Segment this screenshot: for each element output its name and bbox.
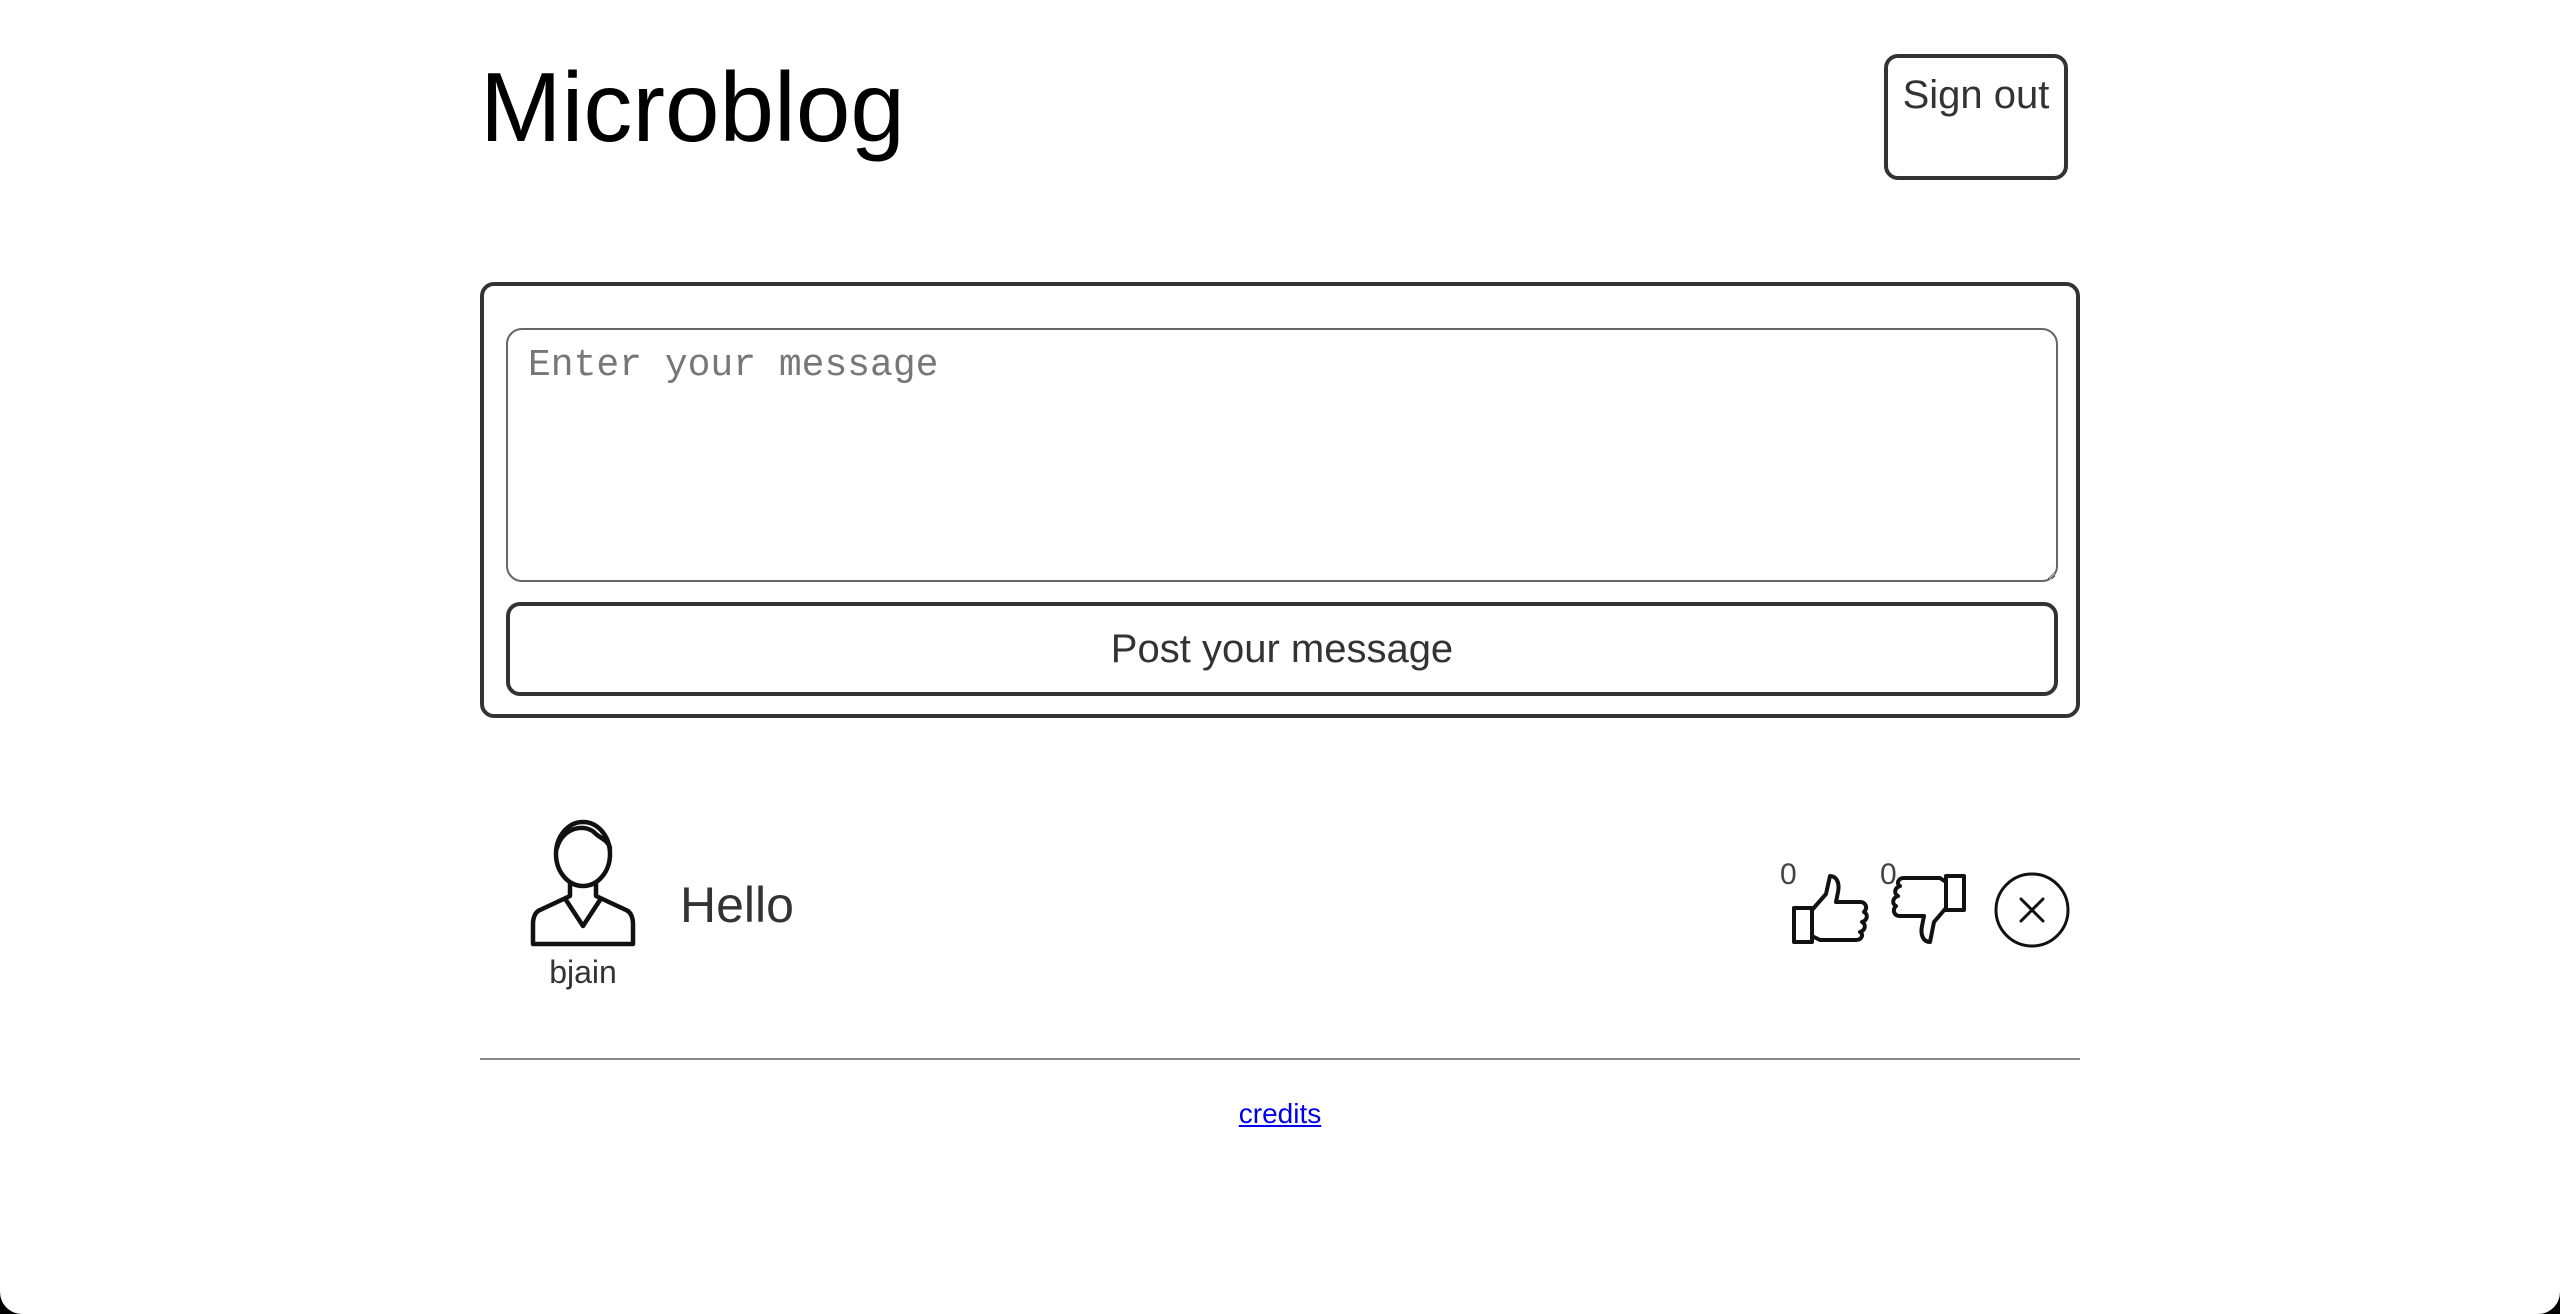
page: Microblog Sign out Post your message bja… xyxy=(0,0,2560,1314)
thumbs-up-icon[interactable] xyxy=(1790,870,1870,950)
page-title: Microblog xyxy=(480,52,905,162)
user-avatar-icon xyxy=(530,819,636,947)
post-username: bjain xyxy=(549,954,617,990)
post-message-button[interactable]: Post your message xyxy=(506,602,2058,696)
message-input[interactable] xyxy=(506,328,2058,582)
footer: credits xyxy=(480,1098,2080,1130)
post-item: bjain Hello 0 0 xyxy=(480,814,2080,994)
post-text: Hello xyxy=(680,877,794,933)
footer-divider xyxy=(480,1058,2080,1060)
thumbs-down-icon[interactable] xyxy=(1890,870,1970,950)
sign-out-button[interactable]: Sign out xyxy=(1884,54,2068,180)
message-composer: Post your message xyxy=(480,282,2080,718)
credits-link[interactable]: credits xyxy=(1239,1098,1321,1129)
close-circle-icon[interactable] xyxy=(1992,870,2072,950)
